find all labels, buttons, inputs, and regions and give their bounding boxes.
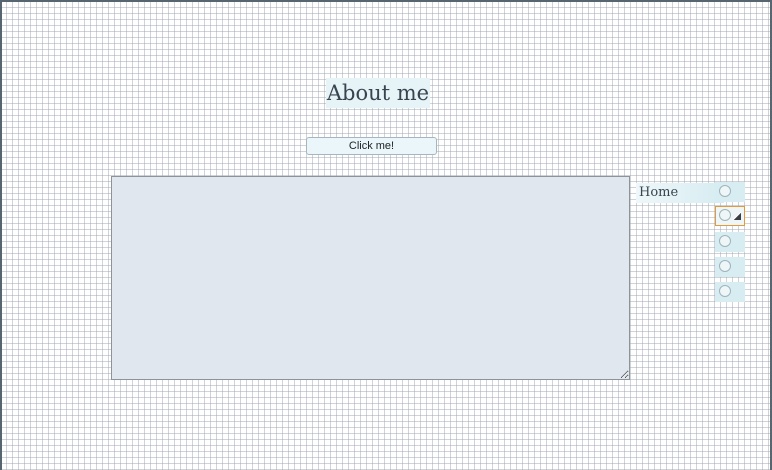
radio-circle-icon <box>719 209 731 221</box>
radio-option-4[interactable] <box>715 257 745 277</box>
click-me-button[interactable]: Click me! <box>306 137 437 155</box>
radio-circle-icon <box>719 285 731 297</box>
page-title: About me <box>326 78 430 108</box>
home-label: Home <box>636 183 724 203</box>
radio-option-2[interactable] <box>715 206 745 226</box>
radio-circle-icon <box>719 235 731 247</box>
radio-option-1[interactable] <box>715 182 745 202</box>
about-textarea[interactable] <box>111 176 630 380</box>
radio-option-5[interactable] <box>715 282 745 302</box>
radio-circle-icon <box>719 260 731 272</box>
radio-circle-icon <box>719 185 731 197</box>
resize-grip-icon <box>733 212 741 220</box>
radio-option-3[interactable] <box>715 232 745 252</box>
